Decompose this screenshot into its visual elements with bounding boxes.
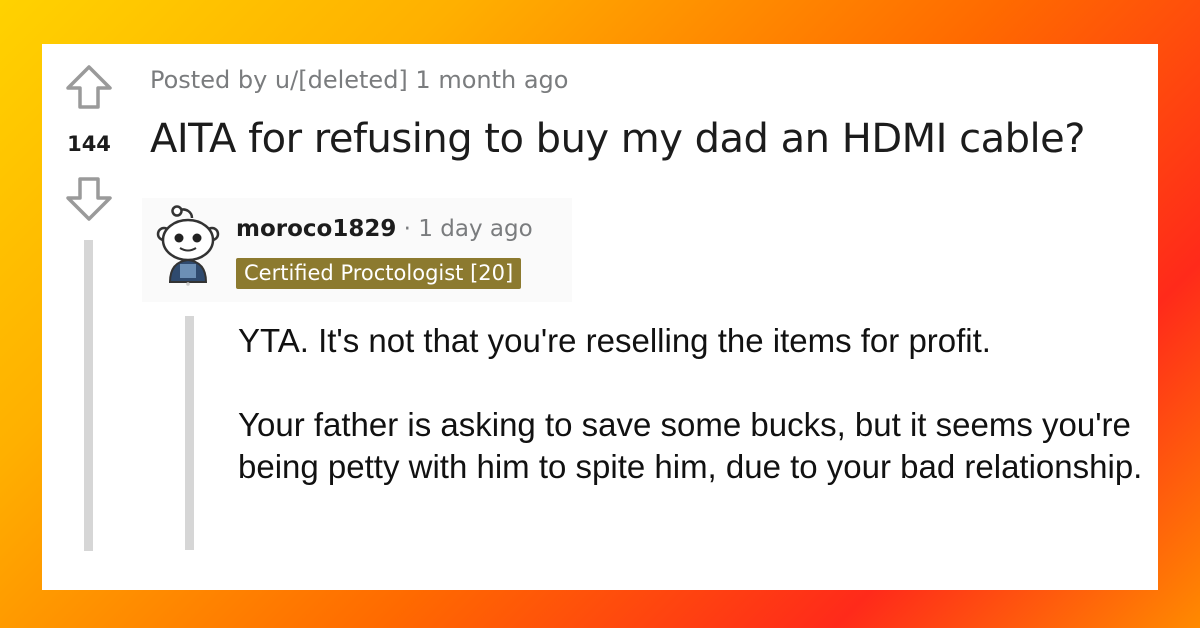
post-card: 144 Posted by u/[deleted] 1 month ago AI… [42, 44, 1158, 590]
user-flair-badge: Certified Proctologist [20] [236, 258, 522, 289]
vote-column: 144 [42, 44, 138, 590]
meta-separator: · [396, 216, 419, 242]
vote-score: 144 [67, 132, 111, 156]
post-title[interactable]: AITA for refusing to buy my dad an HDMI … [150, 116, 1150, 162]
comment-body: YTA. It's not that you're reselling the … [238, 320, 1148, 488]
comment-author-link[interactable]: moroco1829 [236, 216, 396, 242]
upvote-arrow-icon[interactable] [64, 64, 114, 110]
comment-time: 1 day ago [418, 216, 533, 242]
comment-paragraph: YTA. It's not that you're reselling the … [238, 322, 991, 359]
snoo-avatar-icon[interactable] [156, 204, 220, 286]
post-meta: Posted by u/[deleted] 1 month ago [150, 66, 568, 94]
post-thread-line[interactable] [84, 240, 93, 551]
post-time: 1 month ago [407, 66, 569, 94]
post-author-link[interactable]: u/[deleted] [275, 66, 408, 94]
posted-by-label: Posted by [150, 66, 275, 94]
comment-meta: moroco1829 · 1 day ago [236, 216, 533, 242]
comment-paragraph: Your father is asking to save some bucks… [238, 406, 1143, 485]
downvote-arrow-icon[interactable] [64, 176, 114, 222]
comment-header: moroco1829 · 1 day ago Certified Proctol… [142, 198, 572, 302]
comment-thread-line[interactable] [185, 316, 194, 550]
